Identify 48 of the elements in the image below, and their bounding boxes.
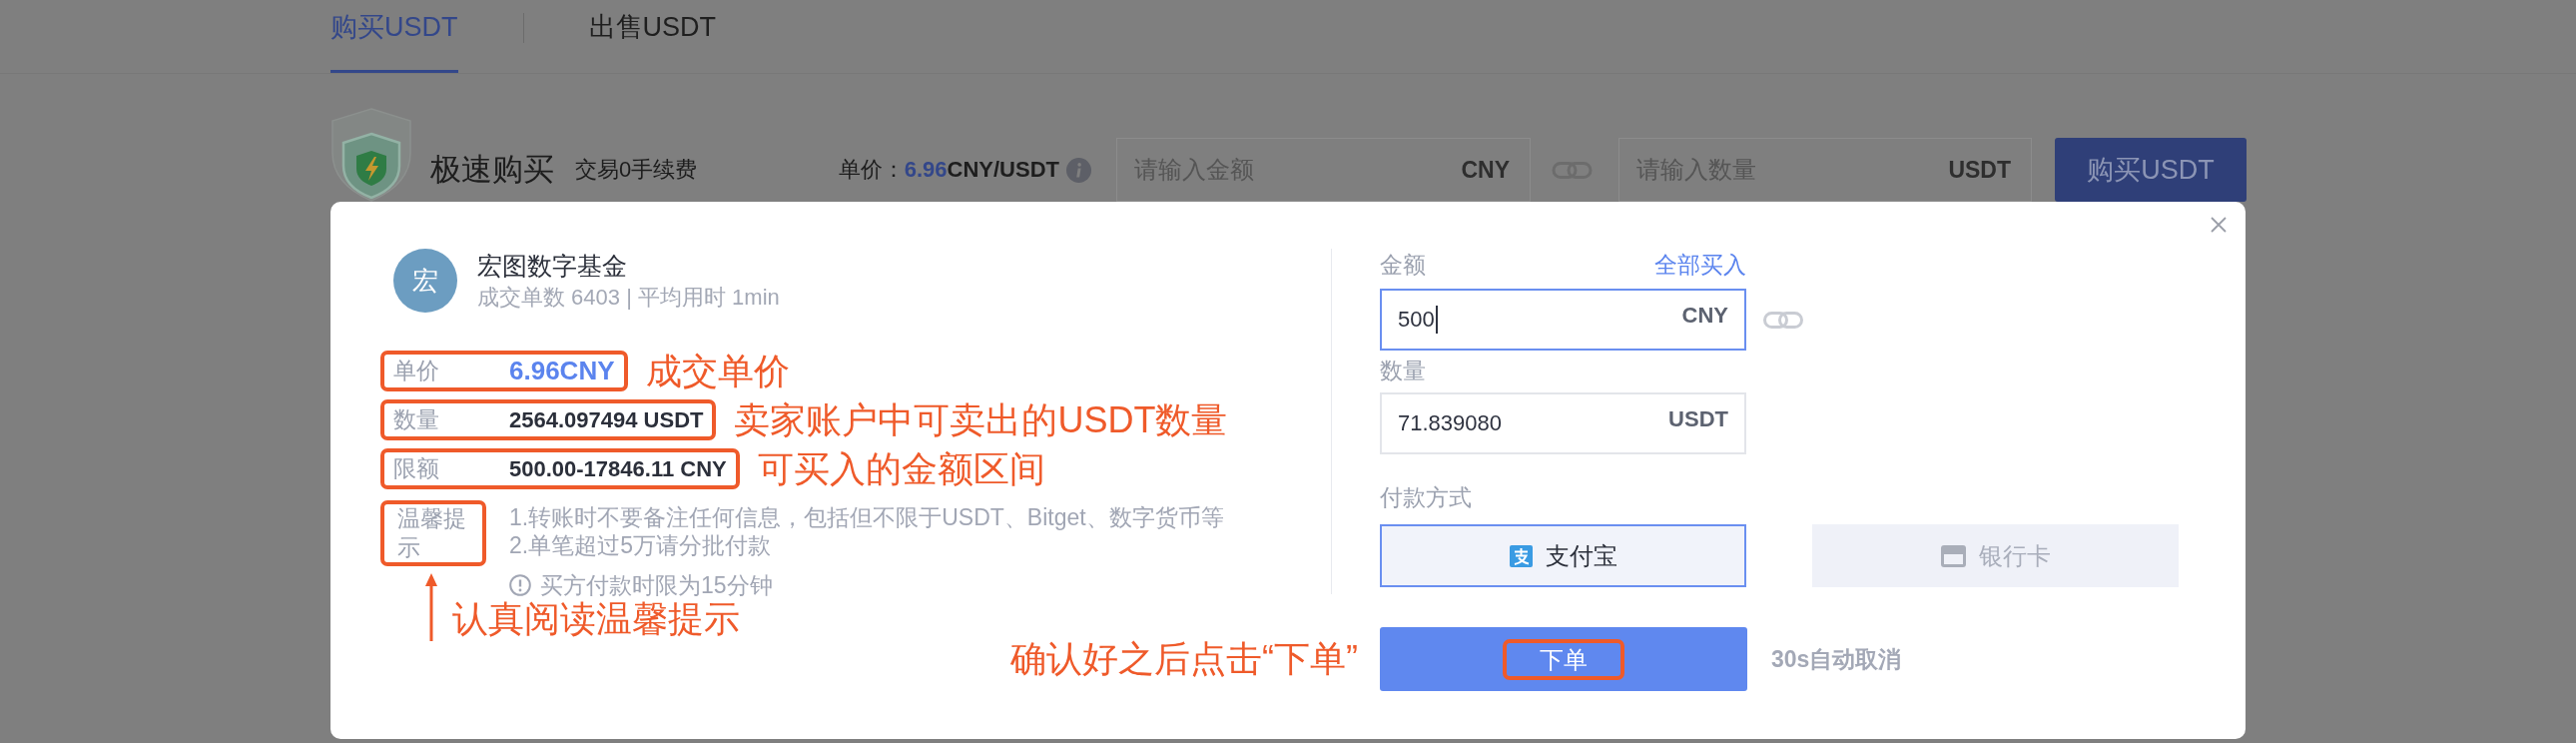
shield-icon xyxy=(330,108,412,202)
notice-text: 买方付款时限为15分钟 xyxy=(540,573,773,597)
tab[interactable]: 购买USDT xyxy=(330,0,458,73)
currency-unit: CNY xyxy=(1461,156,1510,185)
buy-all-link[interactable]: 全部买入 xyxy=(1654,249,1746,281)
annotation-text: 确认好之后点击“下单” xyxy=(1010,639,1358,679)
payment-option[interactable]: 银行卡 xyxy=(1812,524,2179,587)
amount-field[interactable]: 500 CNY xyxy=(1380,289,1746,351)
detail-value: 6.96CNY xyxy=(509,356,615,386)
close-icon xyxy=(2211,217,2227,233)
text-cursor-icon xyxy=(1435,306,1438,334)
detail-label: 单价 xyxy=(393,357,440,385)
field-label: 付款方式 xyxy=(1380,483,1472,512)
payment-logo-icon xyxy=(1509,544,1533,567)
currency-unit: CNY xyxy=(1681,302,1728,330)
buy-button[interactable]: 购买USDT xyxy=(2055,138,2247,202)
close-button[interactable] xyxy=(2211,217,2227,233)
tip-text: 2.单笔超过5万请分批付款 xyxy=(509,531,771,559)
countdown-text: 30s自动取消 xyxy=(1771,644,1902,674)
quick-buy-title: 极速购买 xyxy=(430,151,554,189)
tip-text: 1.转账时不要备注任何信息，包括但不限于USDT、Bitget、数字货币等 xyxy=(509,503,1224,531)
annotation-text: 成交单价 xyxy=(645,351,790,391)
place-order-button[interactable]: 下单 xyxy=(1380,627,1747,691)
quantity-field[interactable]: 71.839080 USDT xyxy=(1380,392,1746,454)
merchant-stats: 成交单数 6403 | 平均用时 1min xyxy=(477,283,780,312)
card-icon xyxy=(1940,544,1966,567)
tips-label: 温馨提示 xyxy=(397,504,467,562)
fee-text: 交易0手续费 xyxy=(575,156,698,184)
annotation-text: 可买入的金额区间 xyxy=(757,448,1045,489)
detail-label: 限额 xyxy=(393,454,440,483)
annotation-text: 卖家账户中可卖出的USDT数量 xyxy=(734,399,1228,440)
tab[interactable]: 出售USDT xyxy=(588,0,716,73)
unit-price-text: 单价：6.96CNY/USDT xyxy=(838,156,1059,184)
annotation-text: 认真阅读温馨提示 xyxy=(452,597,740,641)
field-label: 金额 xyxy=(1380,251,1426,280)
detail-value: 2564.097494 USDT xyxy=(509,406,704,433)
link-icon xyxy=(1763,311,1803,329)
merchant-name: 宏图数字基金 xyxy=(477,250,628,282)
field-label: 数量 xyxy=(1380,357,1426,385)
currency-unit: USDT xyxy=(1948,156,2011,185)
annotation-arrow xyxy=(423,573,439,641)
avatar: 宏 xyxy=(393,249,457,313)
payment-option[interactable]: 支付宝 xyxy=(1380,524,1746,587)
detail-label: 数量 xyxy=(393,405,440,434)
info-icon xyxy=(1066,157,1091,183)
alert-circle-icon xyxy=(509,574,531,596)
currency-unit: USDT xyxy=(1668,405,1728,433)
detail-value: 500.00-17846.11 CNY xyxy=(509,455,727,482)
